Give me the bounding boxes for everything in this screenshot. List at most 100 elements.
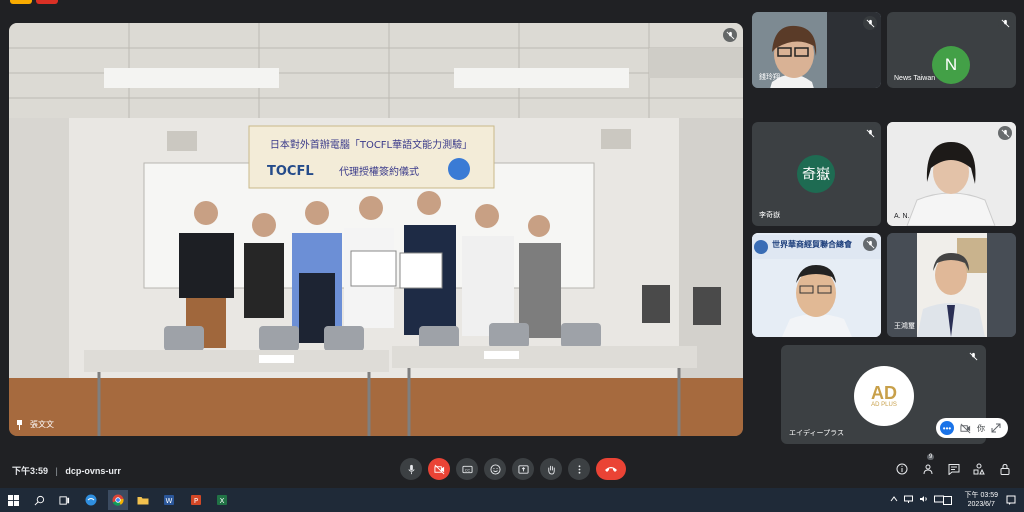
- camera-off-icon: [433, 464, 444, 474]
- lock-icon: [1000, 463, 1010, 475]
- meeting-code: dcp-ovns-urr: [65, 466, 121, 476]
- mic-off-icon: [863, 237, 877, 251]
- svg-text:W: W: [166, 497, 173, 505]
- participant-tile-2[interactable]: N News Taiwan: [887, 12, 1016, 88]
- chrome-button[interactable]: [108, 490, 128, 510]
- system-tray: [890, 495, 944, 503]
- search-button[interactable]: [32, 493, 46, 507]
- main-video-tile[interactable]: 日本對外首辦電腦「TOCFL華語文能力測驗」 TOCFL 代理授權簽約儀式 張文…: [9, 23, 743, 436]
- expand-icon[interactable]: [991, 423, 1001, 433]
- avatar: 奇嶽: [797, 155, 835, 193]
- self-tile-controls: ••• 你: [936, 418, 1008, 438]
- info-icon: [896, 463, 908, 475]
- clock-time: 下午 03:59: [964, 492, 998, 499]
- leave-call-button[interactable]: [596, 458, 626, 480]
- word-icon: W: [164, 495, 174, 505]
- network-icon[interactable]: [904, 495, 913, 503]
- file-explorer-button[interactable]: [136, 493, 150, 507]
- windows-taskbar: W P X 下午 03:59 2023/6/7: [0, 488, 1024, 512]
- participant-tile-6[interactable]: 王鴻璽: [887, 233, 1016, 337]
- task-view-icon: [58, 495, 69, 505]
- notifications-button[interactable]: [1004, 493, 1018, 507]
- edge-button[interactable]: [84, 493, 98, 507]
- chrome-icon: [112, 494, 124, 506]
- speaker-name: 張文文: [30, 420, 54, 429]
- avatar: N: [932, 46, 970, 84]
- excel-button[interactable]: X: [215, 493, 229, 507]
- meeting-details-button[interactable]: [895, 462, 909, 476]
- captions-icon: CC: [461, 465, 473, 473]
- clock-date: 2023/6/7: [967, 501, 995, 508]
- raise-hand-button[interactable]: [540, 458, 562, 480]
- logo-text: AD PLUS: [871, 402, 897, 408]
- chevron-up-icon[interactable]: [890, 495, 898, 503]
- banner-text: 世界華商經貿聯合總會: [772, 240, 852, 249]
- emoji-icon: [489, 463, 501, 475]
- participant-name: 錢玲翔: [759, 74, 780, 81]
- meeting-info: 下午3:59 | dcp-ovns-urr: [12, 466, 121, 476]
- notification-icon: [1006, 495, 1016, 505]
- camera-button[interactable]: [428, 458, 450, 480]
- task-view-button[interactable]: [57, 493, 71, 507]
- red-indicator: [36, 0, 58, 4]
- raise-hand-icon: [547, 465, 555, 475]
- input-method-button[interactable]: [941, 493, 953, 507]
- self-label: 你: [977, 423, 985, 433]
- more-options-button[interactable]: [568, 458, 590, 480]
- svg-text:P: P: [194, 497, 198, 505]
- excel-icon: X: [217, 495, 227, 505]
- hangup-icon: [605, 467, 617, 472]
- input-method-icon: [942, 495, 952, 505]
- more-options-icon[interactable]: •••: [940, 421, 954, 435]
- present-icon: [517, 464, 529, 474]
- mic-off-icon: [863, 16, 877, 30]
- top-window-strip: [0, 0, 1024, 8]
- activities-button[interactable]: [972, 462, 986, 476]
- meeting-time: 下午3:59: [12, 466, 49, 476]
- powerpoint-button[interactable]: P: [189, 493, 203, 507]
- chat-button[interactable]: [947, 462, 961, 476]
- participant-name: エイディープラス: [789, 430, 844, 437]
- emoji-button[interactable]: [484, 458, 506, 480]
- svg-text:CC: CC: [464, 468, 470, 472]
- ceremony-scene: 日本對外首辦電腦「TOCFL華語文能力測驗」 TOCFL 代理授權簽約儀式: [9, 23, 743, 436]
- start-button[interactable]: [6, 493, 20, 507]
- banner-title-line2: 代理授權簽約儀式: [339, 165, 419, 178]
- taskbar-clock[interactable]: 下午 03:59 2023/6/7: [965, 491, 998, 509]
- svg-text:X: X: [220, 497, 225, 505]
- activities-icon: [973, 463, 985, 475]
- windows-logo-icon: [7, 494, 19, 506]
- captions-button[interactable]: CC: [456, 458, 478, 480]
- pin-icon: [17, 419, 22, 430]
- banner-logo: TOCFL: [267, 164, 314, 179]
- camera-off-icon[interactable]: [960, 423, 971, 434]
- folder-icon: [137, 497, 149, 505]
- mic-icon: [407, 464, 415, 474]
- mic-off-icon: [723, 28, 737, 42]
- participant-tile-4[interactable]: A. N.: [887, 122, 1016, 226]
- edge-icon: [85, 494, 97, 506]
- participant-name: 王鴻璽: [894, 323, 915, 330]
- volume-icon[interactable]: [919, 495, 928, 503]
- mic-button[interactable]: [400, 458, 422, 480]
- host-controls-button[interactable]: [998, 462, 1012, 476]
- mic-off-icon: [998, 126, 1012, 140]
- more-icon: [578, 464, 580, 474]
- powerpoint-icon: P: [191, 495, 201, 505]
- chat-icon: [948, 464, 960, 475]
- participant-name: News Taiwan: [894, 75, 936, 82]
- mic-off-icon: [966, 349, 980, 363]
- speaker-label: 張文文: [15, 419, 54, 430]
- people-button[interactable]: 9: [921, 454, 935, 476]
- ad-plus-logo: AD AD PLUS: [854, 366, 914, 426]
- meeting-controls-bar: 下午3:59 | dcp-ovns-urr CC 9: [0, 452, 1024, 488]
- participant-tile-5[interactable]: 世界華商經貿聯合總會: [752, 233, 881, 337]
- people-icon: [923, 464, 933, 475]
- participant-name: 李奇嶽: [759, 212, 780, 219]
- participant-tile-1[interactable]: 錢玲翔: [752, 12, 881, 88]
- present-button[interactable]: [512, 458, 534, 480]
- word-button[interactable]: W: [162, 493, 176, 507]
- participant-tile-3[interactable]: 奇嶽 李奇嶽: [752, 122, 881, 226]
- mic-off-icon: [998, 16, 1012, 30]
- participant-name: A. N.: [894, 213, 910, 220]
